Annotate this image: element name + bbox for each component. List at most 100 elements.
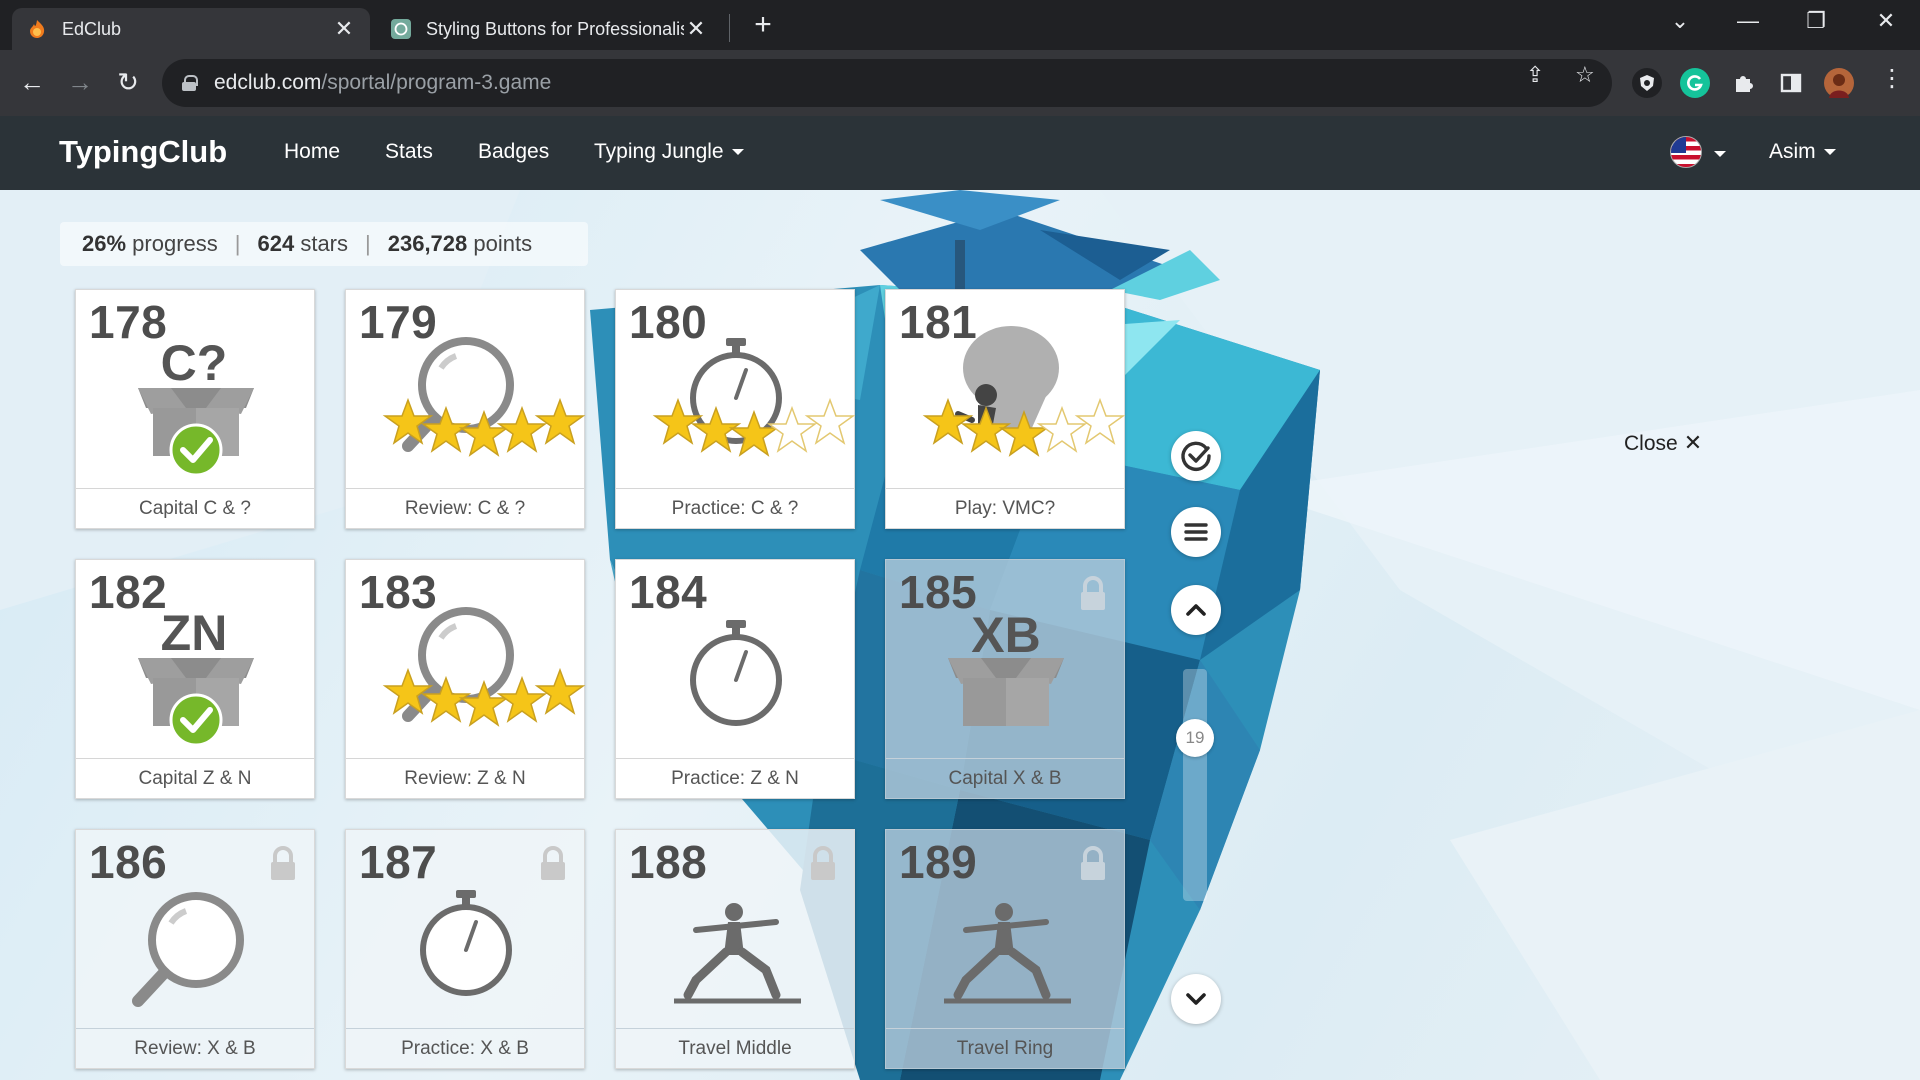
progress-label: progress: [132, 231, 218, 256]
share-icon[interactable]: ⇪: [1526, 62, 1544, 88]
lesson-title: Travel Middle: [616, 1028, 854, 1068]
close-panel-button[interactable]: Close ✕: [1624, 430, 1702, 456]
lesson-card-179[interactable]: 179 Review: C & ?: [345, 289, 586, 529]
warrior-pose-icon: [944, 903, 1071, 1004]
tab-separator: [729, 14, 730, 42]
extension-shield-icon[interactable]: [1632, 68, 1662, 98]
extensions-puzzle-icon[interactable]: [1728, 68, 1758, 98]
check-circle-icon: [1181, 441, 1211, 472]
warrior-pose-icon: [674, 903, 801, 1004]
stars-value: 624: [257, 231, 295, 256]
brand-logo[interactable]: TypingClub: [59, 134, 227, 170]
url-path: /sportal/program-3.game: [321, 71, 552, 94]
back-arrow-icon[interactable]: ←: [14, 64, 50, 100]
close-tab-icon[interactable]: ✕: [332, 16, 356, 42]
lesson-title: Practice: Z & N: [616, 758, 854, 798]
user-name: Asim: [1769, 140, 1816, 163]
lesson-card-184[interactable]: 184 Practice: Z & N: [615, 559, 855, 799]
tab-search-chevron-icon[interactable]: ⌄: [1660, 8, 1700, 34]
scroll-up-button[interactable]: [1171, 585, 1221, 635]
chevron-down-icon: [731, 149, 744, 156]
close-label: Close: [1624, 432, 1678, 455]
lesson-card-189[interactable]: 189 Travel Ring: [885, 829, 1125, 1069]
nav-typing-jungle[interactable]: Typing Jungle: [594, 140, 744, 164]
scroll-track[interactable]: [1183, 669, 1207, 901]
box-letters: ZN: [161, 605, 228, 661]
lesson-title: Practice: C & ?: [616, 488, 854, 528]
lesson-title: Review: Z & N: [346, 758, 584, 798]
lesson-stage: 26% progress | 624 stars | 236,728 point…: [0, 190, 1920, 1080]
tab-title: EdClub: [62, 18, 122, 39]
lesson-card-183[interactable]: 183 Review: Z & N: [345, 559, 586, 799]
chevron-down-icon: [1714, 151, 1726, 158]
bookmark-star-icon[interactable]: ☆: [1575, 62, 1595, 88]
lesson-title: Play: VMC?: [886, 488, 1124, 528]
minimize-icon[interactable]: —: [1728, 8, 1768, 34]
browser-tab-bar: EdClub ✕ Styling Buttons for Professiona…: [0, 0, 1920, 50]
box-letters: XB: [971, 607, 1040, 663]
lesson-card-185[interactable]: 185 XB Capital X & B: [885, 559, 1125, 799]
nav-typing-jungle-label: Typing Jungle: [594, 140, 724, 163]
stopwatch-icon: [690, 620, 782, 726]
language-dropdown[interactable]: [1706, 142, 1726, 166]
star-rating: [922, 397, 1126, 457]
lesson-card-180[interactable]: 180 Practice: C & ?: [615, 289, 856, 529]
star-rating: [382, 667, 586, 727]
lesson-card-181[interactable]: 181 Play: VMC?: [885, 289, 1126, 529]
scroll-thumb[interactable]: 19: [1176, 719, 1214, 757]
lesson-title: Travel Ring: [886, 1028, 1124, 1068]
lesson-title: Capital X & B: [886, 758, 1124, 798]
chevron-down-icon: [1186, 993, 1206, 1005]
close-window-icon[interactable]: ✕: [1866, 8, 1906, 34]
chatgpt-favicon-icon: [391, 19, 411, 39]
lesson-card-188[interactable]: 188 Travel Middle: [615, 829, 855, 1069]
lesson-card-182[interactable]: 182 ZN Capital Z & N: [75, 559, 315, 799]
lesson-title: Practice: X & B: [346, 1028, 584, 1068]
tab-title: Styling Buttons for Professionalis: [426, 18, 684, 39]
new-tab-icon[interactable]: +: [748, 8, 778, 42]
divider: |: [365, 231, 371, 256]
browser-toolbar: ← → ↻ edclub.com/sportal/program-3.game …: [0, 50, 1920, 116]
grammarly-icon[interactable]: [1680, 68, 1710, 98]
divider: |: [234, 231, 241, 256]
forward-arrow-icon[interactable]: →: [62, 64, 98, 100]
site-navbar: TypingClub Home Stats Badges Typing Jung…: [0, 116, 1920, 190]
nav-badges[interactable]: Badges: [478, 140, 549, 164]
close-tab-icon[interactable]: ✕: [684, 16, 708, 42]
us-flag-icon[interactable]: [1670, 136, 1702, 168]
close-icon: ✕: [1683, 430, 1703, 455]
restore-icon[interactable]: ❐: [1796, 8, 1836, 34]
star-rating: [652, 397, 856, 457]
box-letters: C?: [161, 335, 228, 391]
lesson-title: Capital Z & N: [76, 758, 314, 798]
profile-avatar[interactable]: [1824, 68, 1854, 98]
menu-button[interactable]: [1171, 507, 1221, 557]
lesson-card-186[interactable]: 186 Review: X & B: [75, 829, 315, 1069]
user-menu[interactable]: Asim: [1769, 140, 1836, 164]
lesson-title: Review: X & B: [76, 1028, 314, 1068]
more-menu-icon[interactable]: ⋮: [1880, 64, 1904, 93]
lesson-card-187[interactable]: 187 Practice: X & B: [345, 829, 585, 1069]
completed-filter-button[interactable]: [1171, 431, 1221, 481]
tab-styling-buttons[interactable]: Styling Buttons for Professionalis ✕: [376, 8, 722, 50]
chevron-down-icon: [1823, 149, 1836, 156]
nav-stats[interactable]: Stats: [385, 140, 433, 164]
progress-value: 26%: [82, 231, 127, 256]
hamburger-icon: [1184, 523, 1208, 541]
letter-box-icon: C?: [138, 335, 254, 477]
scroll-down-button[interactable]: [1171, 974, 1221, 1024]
progress-summary: 26% progress | 624 stars | 236,728 point…: [60, 222, 588, 266]
letter-box-icon: XB: [948, 607, 1064, 726]
lock-icon[interactable]: [182, 75, 198, 91]
points-value: 236,728: [387, 231, 468, 256]
tab-edclub[interactable]: EdClub ✕: [12, 8, 370, 50]
side-panel-icon[interactable]: [1776, 68, 1806, 98]
edclub-favicon-icon: [30, 20, 45, 38]
address-bar[interactable]: edclub.com/sportal/program-3.game: [162, 59, 1612, 107]
url-host: edclub.com: [214, 71, 322, 94]
magnifier-icon: [402, 337, 514, 452]
lesson-card-178[interactable]: 178 C? Capital C & ?: [75, 289, 315, 529]
reload-icon[interactable]: ↻: [110, 64, 146, 100]
lesson-title: Capital C & ?: [76, 488, 314, 528]
nav-home[interactable]: Home: [284, 140, 340, 164]
